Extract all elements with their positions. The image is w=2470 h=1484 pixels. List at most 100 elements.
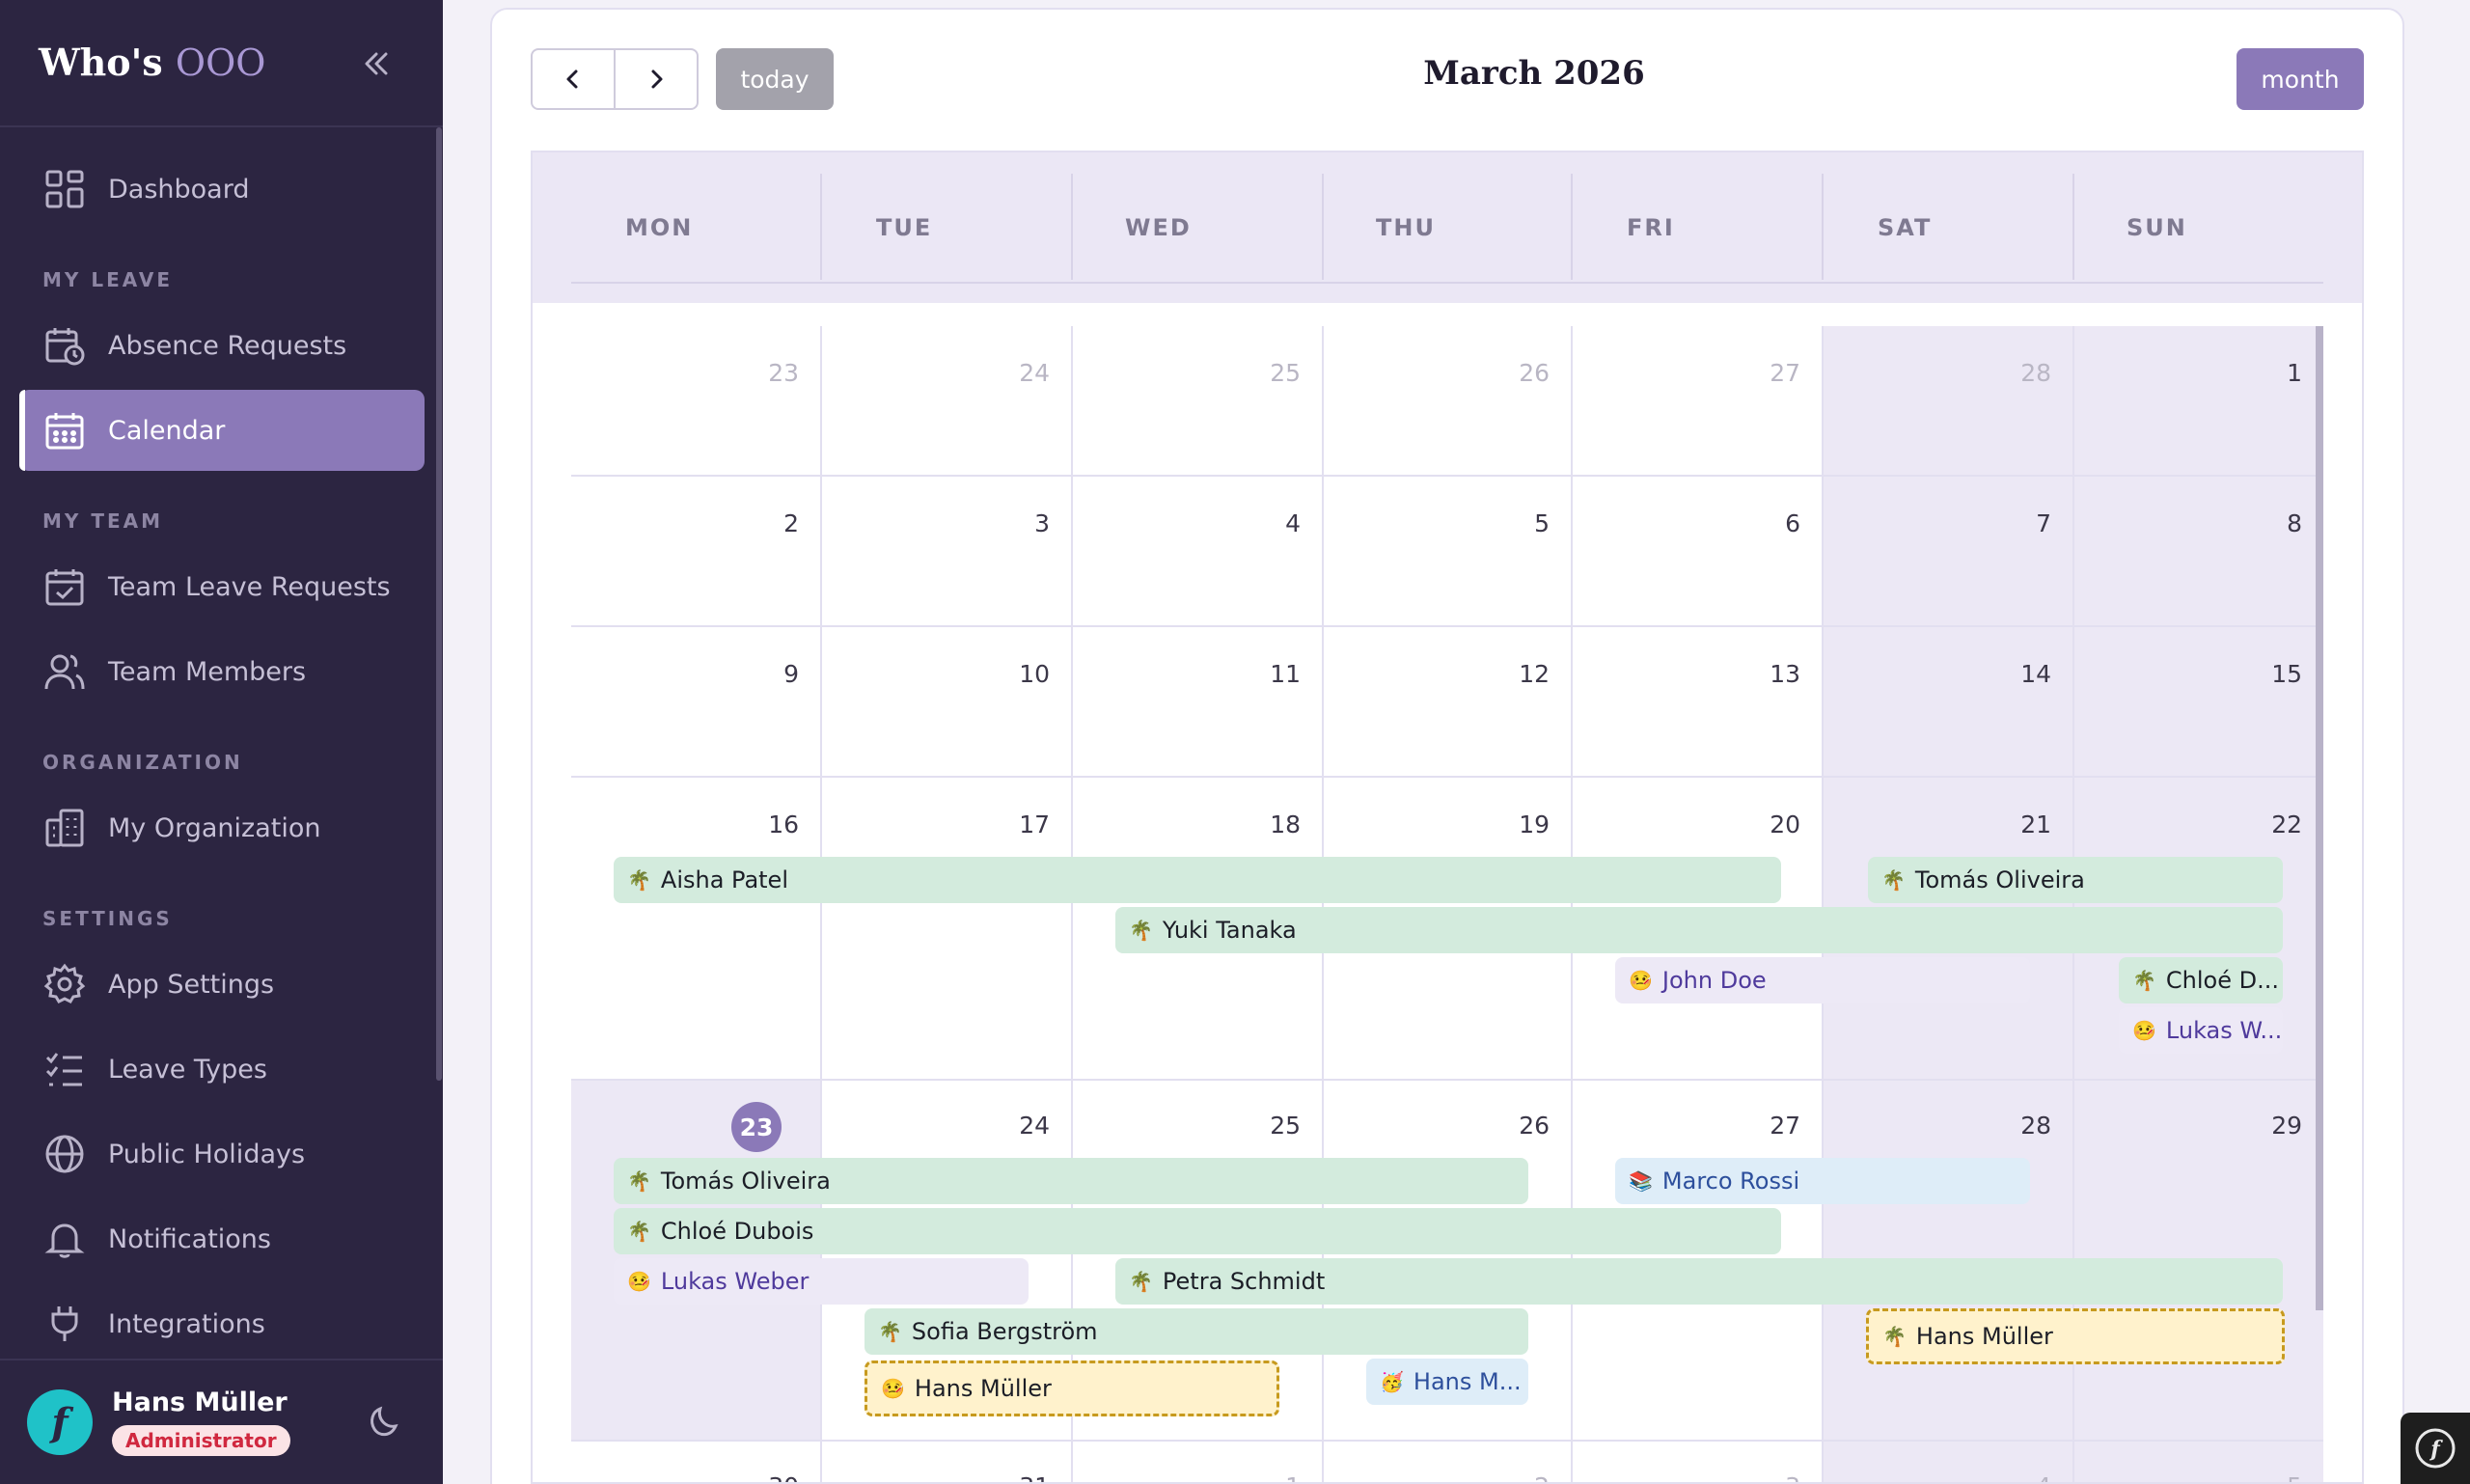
sidebar-item-label: Public Holidays <box>108 1139 306 1169</box>
day-number[interactable]: 4 <box>1243 509 1301 537</box>
day-number[interactable]: 21 <box>1993 811 2051 838</box>
day-number[interactable]: 30 <box>741 1472 799 1482</box>
sidebar-item-label: Team Leave Requests <box>108 571 391 602</box>
day-number[interactable]: 15 <box>2244 660 2302 688</box>
weekday-mon: MON <box>625 214 694 241</box>
day-number[interactable]: 29 <box>2244 1112 2302 1140</box>
event-lukas-weber[interactable]: 🤒 Lukas Weber <box>614 1258 1029 1305</box>
day-number[interactable]: 26 <box>1492 1112 1550 1140</box>
sidebar-item-team-leave-requests[interactable]: Team Leave Requests <box>19 546 425 627</box>
sidebar-item-team-members[interactable]: Team Members <box>19 631 425 712</box>
header-separator <box>820 174 822 280</box>
event-sofia-bergstrom[interactable]: 🌴 Sofia Bergström <box>864 1308 1528 1355</box>
event-chloe-dubois[interactable]: 🌴 Chloé Dubois <box>614 1208 1781 1254</box>
palm-tree-icon: 🌴 <box>627 868 651 892</box>
header-separator <box>1071 174 1073 280</box>
palm-tree-icon: 🌴 <box>2132 969 2156 992</box>
day-number[interactable]: 1 <box>2244 359 2302 387</box>
next-month-button[interactable] <box>614 48 699 110</box>
sidebar-item-integrations[interactable]: Integrations <box>19 1283 425 1364</box>
books-icon: 📚 <box>1629 1169 1653 1193</box>
day-number[interactable]: 5 <box>1492 509 1550 537</box>
party-face-icon: 🥳 <box>1380 1370 1404 1393</box>
day-number[interactable]: 13 <box>1743 660 1800 688</box>
collapse-sidebar-icon[interactable] <box>359 46 394 81</box>
role-badge: Administrator <box>112 1425 290 1456</box>
sidebar-item-app-settings[interactable]: App Settings <box>19 944 425 1025</box>
weekday-thu: THU <box>1376 214 1436 241</box>
today-date[interactable]: 23 <box>731 1102 782 1152</box>
chevron-left-icon <box>566 69 578 89</box>
event-lukas-weber[interactable]: 🤒 Lukas W... <box>2119 1007 2283 1054</box>
day-number[interactable]: 8 <box>2244 509 2302 537</box>
today-button[interactable]: today <box>716 48 834 110</box>
calendar-scrollbar[interactable] <box>2316 326 2323 1310</box>
day-number[interactable]: 20 <box>1743 811 1800 838</box>
day-number[interactable]: 28 <box>1993 359 2051 387</box>
day-number[interactable]: 7 <box>1993 509 2051 537</box>
event-hans-muller-sick-pending[interactable]: 🤒 Hans Müller <box>864 1360 1279 1416</box>
sidebar: Who's OOO Dashboard MY LEAVE Absence Req… <box>0 0 443 1484</box>
header-separator <box>1322 174 1324 280</box>
prev-month-button[interactable] <box>531 48 616 110</box>
event-tomas-oliveira[interactable]: 🌴 Tomás Oliveira <box>614 1158 1528 1204</box>
day-number[interactable]: 2 <box>741 509 799 537</box>
day-number[interactable]: 10 <box>992 660 1050 688</box>
event-hans-muller-party[interactable]: 🥳 Hans M... <box>1366 1359 1528 1405</box>
day-number[interactable]: 22 <box>2244 811 2302 838</box>
gear-icon <box>42 962 87 1006</box>
sidebar-item-absence-requests[interactable]: Absence Requests <box>19 305 425 386</box>
palm-tree-icon: 🌴 <box>627 1169 651 1193</box>
day-number[interactable]: 6 <box>1743 509 1800 537</box>
sidebar-item-my-organization[interactable]: My Organization <box>19 787 425 868</box>
event-hans-muller-pending[interactable]: 🌴 Hans Müller <box>1866 1308 2285 1364</box>
event-marco-rossi[interactable]: 📚 Marco Rossi <box>1615 1158 2030 1204</box>
day-number[interactable]: 14 <box>1993 660 2051 688</box>
day-number[interactable]: 25 <box>1243 359 1301 387</box>
sidebar-item-dashboard[interactable]: Dashboard <box>19 149 425 230</box>
avatar[interactable]: f <box>27 1389 93 1455</box>
symfony-toolbar-icon[interactable]: f <box>2401 1413 2470 1484</box>
day-number[interactable]: 1 <box>1243 1472 1301 1482</box>
day-number[interactable]: 4 <box>1993 1472 2051 1482</box>
moon-icon[interactable] <box>361 1395 411 1445</box>
day-number[interactable]: 27 <box>1743 359 1800 387</box>
day-number[interactable]: 31 <box>992 1472 1050 1482</box>
event-chloe-dubois[interactable]: 🌴 Chloé D... <box>2119 957 2283 1003</box>
sidebar-item-leave-types[interactable]: Leave Types <box>19 1029 425 1110</box>
day-number[interactable]: 3 <box>992 509 1050 537</box>
day-number[interactable]: 3 <box>1743 1472 1800 1482</box>
brand-logo[interactable]: Who's OOO <box>39 41 265 84</box>
day-number[interactable]: 5 <box>2244 1472 2302 1482</box>
day-number[interactable]: 17 <box>992 811 1050 838</box>
event-aisha-patel[interactable]: 🌴 Aisha Patel <box>614 857 1781 903</box>
month-view-button[interactable]: month <box>2237 48 2364 110</box>
sidebar-item-public-holidays[interactable]: Public Holidays <box>19 1113 425 1195</box>
event-tomas-oliveira[interactable]: 🌴 Tomás Oliveira <box>1868 857 2283 903</box>
day-number[interactable]: 12 <box>1492 660 1550 688</box>
day-number[interactable]: 16 <box>741 811 799 838</box>
event-petra-schmidt[interactable]: 🌴 Petra Schmidt <box>1115 1258 2283 1305</box>
sidebar-item-label: Notifications <box>108 1223 271 1254</box>
day-number[interactable]: 24 <box>992 359 1050 387</box>
event-john-doe[interactable]: 🤒 John Doe <box>1615 957 2030 1003</box>
calendar-grid: MON TUE WED THU FRI SAT SUN 23 24 25 26 … <box>531 151 2364 1484</box>
day-number[interactable]: 2 <box>1492 1472 1550 1482</box>
day-number[interactable]: 23 <box>741 359 799 387</box>
event-yuki-tanaka[interactable]: 🌴 Yuki Tanaka <box>1115 907 2283 953</box>
users-icon <box>42 649 87 694</box>
column-divider <box>1822 326 1824 1482</box>
day-number[interactable]: 11 <box>1243 660 1301 688</box>
day-number[interactable]: 25 <box>1243 1112 1301 1140</box>
sidebar-scrollbar[interactable] <box>436 127 442 1081</box>
day-number[interactable]: 26 <box>1492 359 1550 387</box>
day-number[interactable]: 19 <box>1492 811 1550 838</box>
day-number[interactable]: 27 <box>1743 1112 1800 1140</box>
day-number[interactable]: 24 <box>992 1112 1050 1140</box>
day-number[interactable]: 9 <box>741 660 799 688</box>
sidebar-item-notifications[interactable]: Notifications <box>19 1198 425 1279</box>
day-number[interactable]: 28 <box>1993 1112 2051 1140</box>
sidebar-item-calendar[interactable]: Calendar <box>19 390 425 471</box>
day-number[interactable]: 18 <box>1243 811 1301 838</box>
row-divider <box>571 776 2323 778</box>
